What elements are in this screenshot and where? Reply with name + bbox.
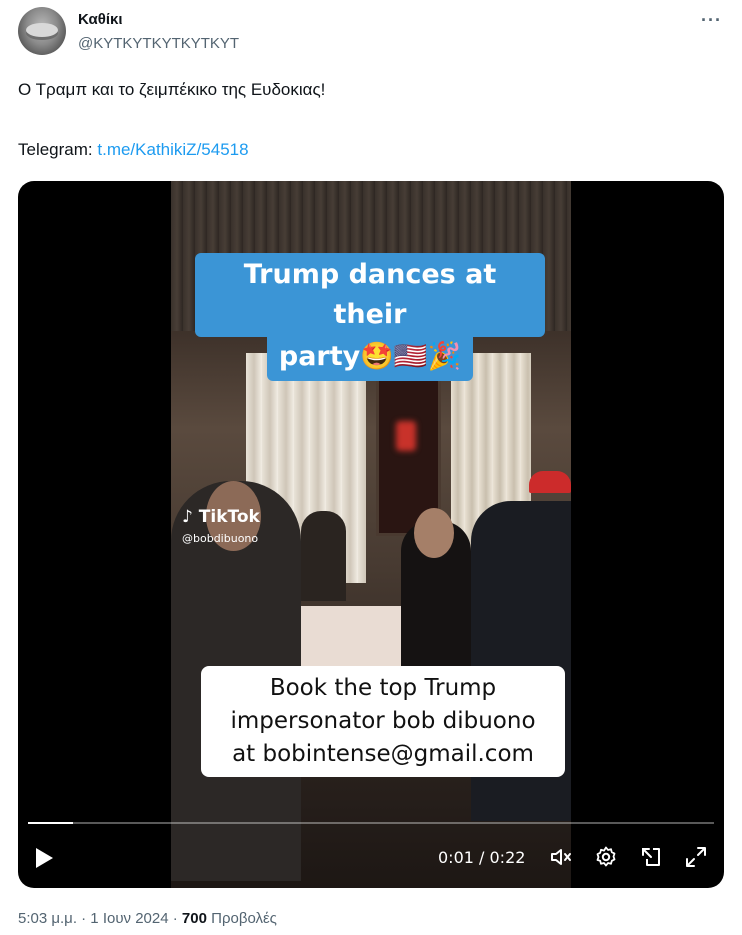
mute-icon[interactable] (549, 845, 573, 869)
caption-line-1: Book the top Trump (269, 675, 497, 701)
video-progress-fill (28, 822, 73, 824)
video-time: 0:01 / 0:22 (438, 848, 526, 867)
tweet-footer: 5:03 μ.μ. · 1 Ιουν 2024 · 700 Προβολές (18, 910, 277, 927)
picture-in-picture-icon[interactable] (639, 845, 663, 869)
video-caption: Book the top Trump impersonator bob dibu… (201, 666, 565, 777)
tweet-telegram-line: Telegram: t.me/KathikiZ/54518 (18, 140, 249, 160)
tweet-timestamp[interactable]: 5:03 μ.μ. · 1 Ιουν 2024 · (18, 910, 182, 927)
scene-red-light (396, 421, 416, 451)
fullscreen-icon[interactable] (684, 845, 708, 869)
scene-person-back (301, 511, 346, 601)
caption-line-2: impersonator bob dibuono (230, 708, 536, 734)
tweet-text: Ο Τραμπ και το ζειμπέκικο της Ευδοκιας! (18, 80, 326, 99)
banner-line-1: Trump dances at their (195, 253, 545, 337)
video-banner: Trump dances at their party🤩🇺🇸🎉 (185, 249, 555, 389)
author-handle[interactable]: @KYTKYTKYTKYTKYT (78, 35, 239, 52)
video-progress-bar[interactable] (28, 822, 714, 824)
views-label: Προβολές (206, 910, 277, 927)
views-count: 700 (181, 910, 207, 927)
telegram-label: Telegram: (18, 140, 98, 159)
banner-line-2: party🤩🇺🇸🎉 (266, 337, 474, 381)
telegram-link[interactable]: t.me/KathikiZ/54518 (97, 140, 248, 159)
video-player[interactable]: Trump dances at their party🤩🇺🇸🎉 ♪ TikTok… (18, 181, 724, 888)
avatar[interactable] (18, 7, 66, 55)
play-icon[interactable] (36, 848, 53, 868)
scene-red-hat (529, 471, 571, 493)
scene-person-woman-head (414, 508, 454, 558)
more-options-icon[interactable]: ··· (701, 10, 722, 31)
tiktok-logo: ♪ TikTok (182, 507, 260, 527)
caption-line-3: at bobintense@gmail.com (232, 741, 534, 767)
video-controls: 0:01 / 0:22 (18, 837, 724, 877)
author-name[interactable]: Καθίκι (78, 11, 123, 28)
tweet-header: Καθίκι @KYTKYTKYTKYTKYT ··· (18, 6, 726, 58)
settings-icon[interactable] (594, 845, 618, 869)
tiktok-brand: TikTok (198, 507, 260, 527)
tiktok-user: @bobdibuono (182, 532, 259, 545)
tiktok-watermark: ♪ TikTok @bobdibuono (182, 507, 260, 545)
